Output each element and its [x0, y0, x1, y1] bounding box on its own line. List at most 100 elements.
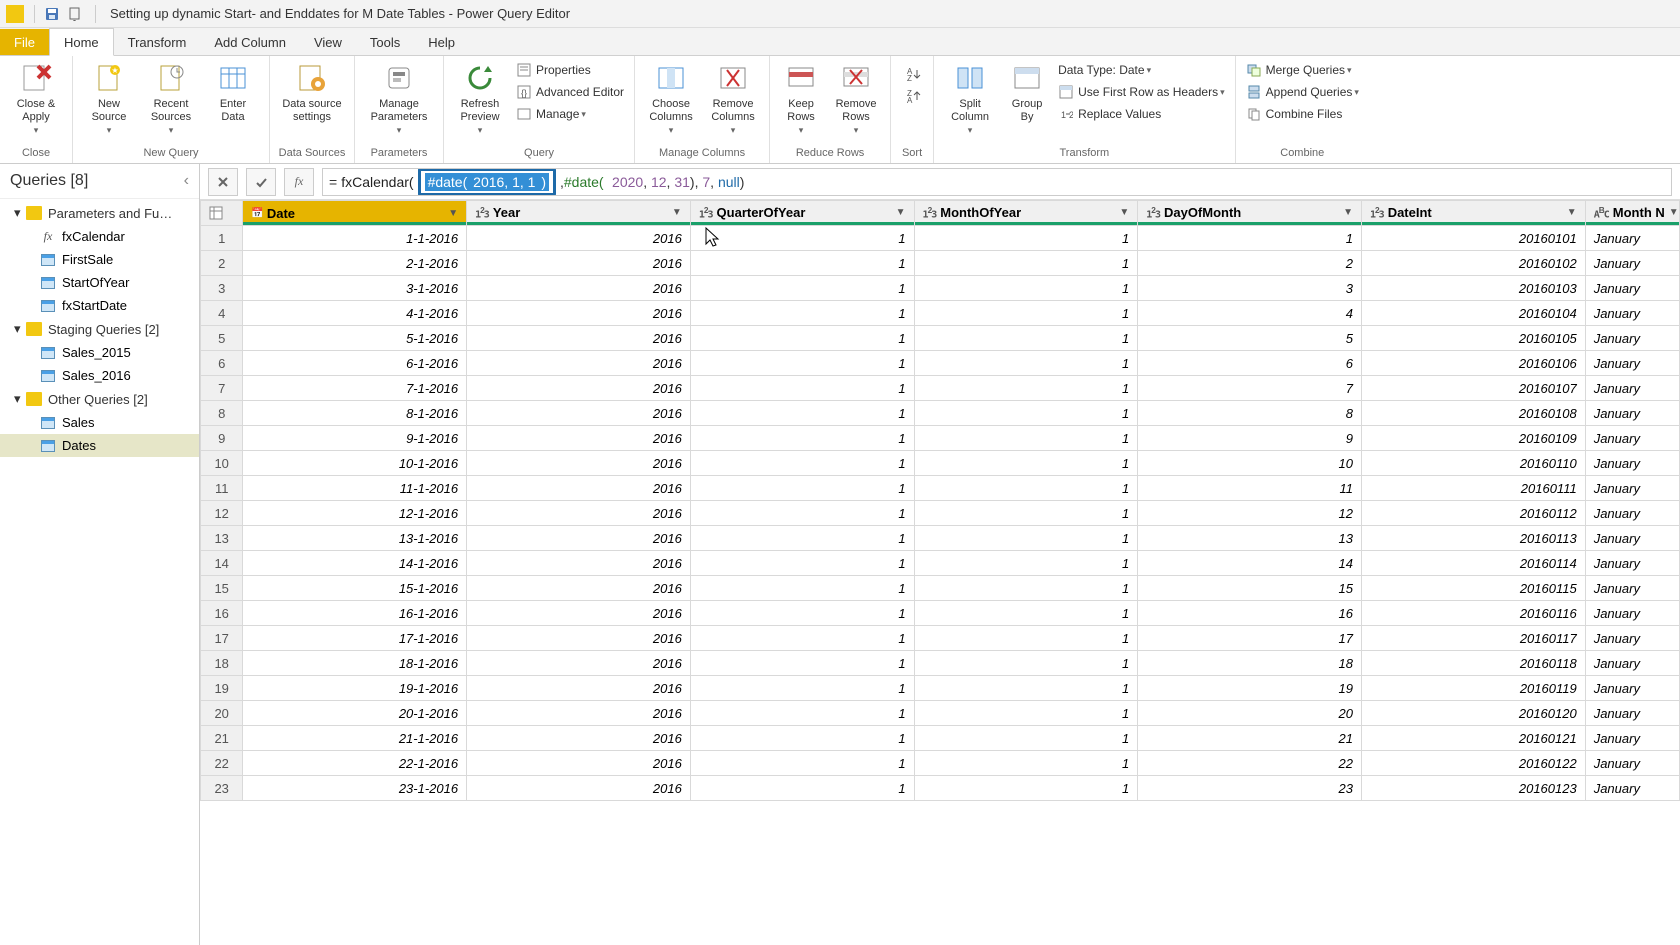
keep-rows-button[interactable]: Keep Rows▾	[776, 60, 826, 137]
cell[interactable]: January	[1585, 576, 1679, 601]
cell[interactable]: 1	[690, 451, 914, 476]
cell[interactable]: 12-1-2016	[243, 501, 467, 526]
cell[interactable]: 2016	[467, 601, 691, 626]
table-row[interactable]: 22-1-2016201611220160102January	[201, 251, 1680, 276]
cell[interactable]: 1	[690, 576, 914, 601]
cell[interactable]: 6-1-2016	[243, 351, 467, 376]
cell[interactable]: 4-1-2016	[243, 301, 467, 326]
manage-button[interactable]: Manage ▾	[512, 104, 628, 124]
cell[interactable]: 20160118	[1361, 651, 1585, 676]
cell[interactable]: 1	[690, 601, 914, 626]
cell[interactable]: 14-1-2016	[243, 551, 467, 576]
cell[interactable]: 1	[914, 601, 1138, 626]
row-number-cell[interactable]: 2	[201, 251, 243, 276]
cell[interactable]: 14	[1138, 551, 1362, 576]
collapse-sidebar-icon[interactable]: ‹	[184, 172, 189, 190]
cell[interactable]: 20160117	[1361, 626, 1585, 651]
table-row[interactable]: 1414-1-20162016111420160114January	[201, 551, 1680, 576]
column-header-date[interactable]: 📅Date▼	[243, 201, 467, 226]
cell[interactable]: 4	[1138, 301, 1362, 326]
menu-tab-help[interactable]: Help	[414, 29, 469, 55]
table-row[interactable]: 2222-1-20162016112220160122January	[201, 751, 1680, 776]
row-number-cell[interactable]: 18	[201, 651, 243, 676]
cell[interactable]: 2016	[467, 351, 691, 376]
cell[interactable]: 2016	[467, 776, 691, 801]
cell[interactable]: 17-1-2016	[243, 626, 467, 651]
cell[interactable]: 1	[914, 226, 1138, 251]
cell[interactable]: 1	[690, 351, 914, 376]
cell[interactable]: 20160119	[1361, 676, 1585, 701]
cell[interactable]: 1	[690, 401, 914, 426]
cell[interactable]: 7	[1138, 376, 1362, 401]
replace-values-button[interactable]: 12Replace Values	[1054, 104, 1229, 124]
cell[interactable]: 19	[1138, 676, 1362, 701]
query-item-fxstartdate[interactable]: fxStartDate	[0, 294, 199, 317]
column-filter-icon[interactable]: ▼	[444, 208, 458, 219]
cell[interactable]: 16	[1138, 601, 1362, 626]
enter-data-button[interactable]: Enter Data	[203, 60, 263, 124]
column-filter-icon[interactable]: ▼	[1563, 207, 1577, 218]
cell[interactable]: 11-1-2016	[243, 476, 467, 501]
cell[interactable]: 1	[690, 626, 914, 651]
column-header-year[interactable]: 123Year▼	[467, 201, 691, 226]
cell[interactable]: 1	[914, 626, 1138, 651]
table-row[interactable]: 2323-1-20162016112320160123January	[201, 776, 1680, 801]
query-group[interactable]: ▾Parameters and Fu…	[0, 201, 199, 225]
cell[interactable]: 2	[1138, 251, 1362, 276]
cell[interactable]: 1	[690, 376, 914, 401]
query-item-fxcalendar[interactable]: fxfxCalendar	[0, 225, 199, 248]
table-row[interactable]: 66-1-2016201611620160106January	[201, 351, 1680, 376]
query-item-sales[interactable]: Sales	[0, 411, 199, 434]
row-number-cell[interactable]: 17	[201, 626, 243, 651]
cell[interactable]: 2016	[467, 551, 691, 576]
cell[interactable]: 1	[914, 576, 1138, 601]
cell[interactable]: 17	[1138, 626, 1362, 651]
cell[interactable]: 1	[690, 751, 914, 776]
row-number-cell[interactable]: 11	[201, 476, 243, 501]
cell[interactable]: 1	[914, 551, 1138, 576]
cell[interactable]: January	[1585, 426, 1679, 451]
cell[interactable]: January	[1585, 751, 1679, 776]
cell[interactable]: 1	[690, 276, 914, 301]
cell[interactable]: 20160120	[1361, 701, 1585, 726]
table-row[interactable]: 1111-1-20162016111120160111January	[201, 476, 1680, 501]
cell[interactable]: 20160101	[1361, 226, 1585, 251]
table-row[interactable]: 77-1-2016201611720160107January	[201, 376, 1680, 401]
row-number-cell[interactable]: 10	[201, 451, 243, 476]
cell[interactable]: January	[1585, 601, 1679, 626]
save-icon[interactable]	[41, 3, 63, 25]
cell[interactable]: January	[1585, 276, 1679, 301]
cell[interactable]: 16-1-2016	[243, 601, 467, 626]
cell[interactable]: 2016	[467, 276, 691, 301]
cell[interactable]: 10-1-2016	[243, 451, 467, 476]
sort-asc-button[interactable]: AZ	[897, 64, 927, 84]
cell[interactable]: 20160107	[1361, 376, 1585, 401]
row-number-cell[interactable]: 1	[201, 226, 243, 251]
cell[interactable]: January	[1585, 451, 1679, 476]
first-row-headers-button[interactable]: Use First Row as Headers ▾	[1054, 82, 1229, 102]
query-item-sales_2015[interactable]: Sales_2015	[0, 341, 199, 364]
row-number-cell[interactable]: 21	[201, 726, 243, 751]
cell[interactable]: 1	[914, 451, 1138, 476]
properties-button[interactable]: Properties	[512, 60, 628, 80]
table-row[interactable]: 1919-1-20162016111920160119January	[201, 676, 1680, 701]
combine-files-button[interactable]: Combine Files	[1242, 104, 1363, 124]
sort-desc-button[interactable]: ZA	[897, 86, 927, 106]
table-row[interactable]: 11-1-2016201611120160101January	[201, 226, 1680, 251]
cell[interactable]: 1	[914, 276, 1138, 301]
remove-rows-button[interactable]: Remove Rows▾	[828, 60, 884, 137]
column-filter-icon[interactable]: ▼	[892, 207, 906, 218]
cell[interactable]: 1	[914, 726, 1138, 751]
manage-parameters-button[interactable]: Manage Parameters▾	[361, 60, 437, 137]
row-number-cell[interactable]: 13	[201, 526, 243, 551]
cell[interactable]: 15	[1138, 576, 1362, 601]
recent-sources-button[interactable]: Recent Sources▾	[141, 60, 201, 137]
cell[interactable]: 20160121	[1361, 726, 1585, 751]
remove-columns-button[interactable]: Remove Columns▾	[703, 60, 763, 137]
cell[interactable]: 2016	[467, 526, 691, 551]
cell[interactable]: 1	[690, 526, 914, 551]
column-filter-icon[interactable]: ▼	[1115, 207, 1129, 218]
cell[interactable]: January	[1585, 301, 1679, 326]
table-row[interactable]: 99-1-2016201611920160109January	[201, 426, 1680, 451]
cell[interactable]: 2016	[467, 376, 691, 401]
